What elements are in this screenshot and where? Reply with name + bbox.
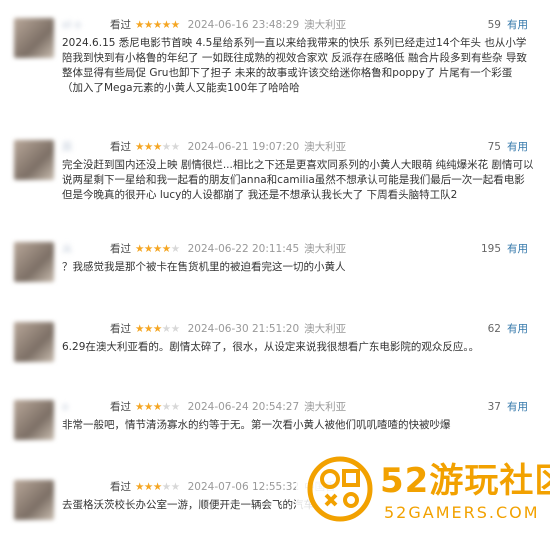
watch-status: 看过 <box>110 141 131 153</box>
star-icon: ★ <box>152 401 162 413</box>
comment-text: 非常一般吧，情节清汤寡水的约等于无。第一次看小黄人被他们叽叽喳喳的快被吵爆 <box>62 419 451 431</box>
star-icon: ★ <box>143 481 153 493</box>
comment-text: 2024.6.15 悉尼电影节首映 4.5星给系列一直以来给我带来的快乐 系列已… <box>62 37 527 94</box>
watermark-title: 52游玩社区 <box>380 461 550 501</box>
vote-count: 37 <box>487 401 501 413</box>
star-icon: ★ <box>143 243 153 255</box>
rating-stars: ★★★★★ <box>135 19 180 31</box>
comment-meta: 看过★★★★★2024-07-06 12:55:32中国香 <box>62 480 336 494</box>
comment-date: 2024-06-21 19:07:20 <box>187 141 300 153</box>
avatar[interactable] <box>14 322 54 362</box>
avatar[interactable] <box>14 400 54 440</box>
star-icon: ★ <box>143 401 153 413</box>
comment-location: 澳大利亚 <box>304 19 347 31</box>
star-icon: ★ <box>161 243 171 255</box>
comment-location: 澳大利亚 <box>304 243 347 255</box>
comment-location: 澳大利亚 <box>304 323 347 335</box>
star-icon: ★ <box>135 323 144 335</box>
star-icon: ★ <box>135 141 144 153</box>
vote-area: 59 有用 <box>488 18 528 32</box>
star-icon: ★ <box>161 401 171 413</box>
comment-location: 澳大利亚 <box>304 141 347 153</box>
comment-meta: 辰看过 ★★★★★ 2024-06-21 19:07:20 澳大利亚 <box>62 140 346 154</box>
star-icon: ★ <box>170 401 180 413</box>
avatar[interactable] <box>14 242 54 282</box>
vote-area: 195 有用 <box>481 242 528 256</box>
comment-date: 2024-06-22 20:11:45 <box>187 243 300 255</box>
rating-stars: ★★★★★ <box>135 401 180 413</box>
rating-stars: ★★★★★ <box>135 243 180 255</box>
username-link[interactable]: o <box>62 400 108 414</box>
gamepad-logo-icon <box>307 456 373 522</box>
vote-area: 37 有用 <box>488 400 528 414</box>
comment-text: ？我感觉我是那个被卡在售货机里的被迫看完这一切的小黄人 <box>62 261 346 273</box>
useful-button[interactable]: 有用 <box>507 141 528 153</box>
vote-area: 75 有用 <box>488 140 528 154</box>
star-icon: ★ <box>152 19 162 31</box>
vote-count: 59 <box>487 19 501 31</box>
star-icon: ★ <box>152 481 162 493</box>
useful-button[interactable]: 有用 <box>507 243 528 255</box>
useful-button[interactable]: 有用 <box>507 323 528 335</box>
watch-status: 看过 <box>110 19 131 31</box>
comment-date: 2024-06-30 21:51:20 <box>187 323 300 335</box>
avatar[interactable] <box>14 480 54 520</box>
star-icon: ★ <box>152 323 162 335</box>
vote-count: 75 <box>487 141 501 153</box>
comment-date: 2024-07-06 12:55:32 <box>187 481 300 493</box>
rating-stars: ★★★★★ <box>135 481 180 493</box>
watch-status: 看过 <box>110 243 131 255</box>
star-icon: ★ <box>170 243 180 255</box>
star-icon: ★ <box>161 323 171 335</box>
star-icon: ★ <box>143 323 153 335</box>
watch-status: 看过 <box>110 323 131 335</box>
comment-date: 2024-06-24 20:54:27 <box>187 401 300 413</box>
star-icon: ★ <box>170 19 180 31</box>
username-link[interactable]: 从 <box>62 242 108 256</box>
star-icon: ★ <box>152 141 162 153</box>
comment-date: 2024-06-16 23:48:29 <box>187 19 300 31</box>
star-icon: ★ <box>143 141 153 153</box>
watermark: 52游玩社区 52GAMERS.COM <box>296 447 550 534</box>
star-icon: ★ <box>135 401 144 413</box>
useful-button[interactable]: 有用 <box>507 401 528 413</box>
rating-stars: ★★★★★ <box>135 323 180 335</box>
comment-text: 完全没赶到国内还没上映 剧情很烂...相比之下还是更喜欢同系列的小黄人大眼萌 纯… <box>62 159 534 201</box>
comment-meta: 看过 ★★★★★ 2024-06-30 21:51:20 澳大利亚 <box>62 322 346 336</box>
comment-text: 6.29在澳大利亚看的。剧情太碎了，很水，从设定来说我很想看广东电影院的观众反应… <box>62 341 480 353</box>
useful-button[interactable]: 有用 <box>507 19 528 31</box>
star-icon: ★ <box>152 243 162 255</box>
star-icon: ★ <box>170 481 180 493</box>
comment-meta: o 看过 ★★★★★ 2024-06-24 20:54:27 澳大利亚 <box>62 400 346 414</box>
star-icon: ★ <box>143 19 153 31</box>
rating-stars: ★★★★★ <box>135 141 180 153</box>
vote-count: 62 <box>487 323 501 335</box>
avatar[interactable] <box>14 140 54 180</box>
star-icon: ★ <box>135 481 144 493</box>
star-icon: ★ <box>170 141 180 153</box>
star-icon: ★ <box>161 19 171 31</box>
vote-area: 62 有用 <box>488 322 528 336</box>
comment-meta: ol o 看过 ★★★★★ 2024-06-16 23:48:29 澳大利亚 <box>62 18 346 32</box>
comment-location: 澳大利亚 <box>304 401 347 413</box>
star-icon: ★ <box>161 481 171 493</box>
username-link[interactable]: 辰 <box>62 140 108 154</box>
watch-status: 看过 <box>110 401 131 413</box>
vote-count: 195 <box>480 243 501 255</box>
star-icon: ★ <box>135 243 144 255</box>
username-link[interactable]: ol o <box>62 18 108 32</box>
star-icon: ★ <box>170 323 180 335</box>
watermark-subtitle: 52GAMERS.COM <box>384 503 540 522</box>
star-icon: ★ <box>161 141 171 153</box>
comment-meta: 从看过 ★★★★★ 2024-06-22 20:11:45 澳大利亚 <box>62 242 346 256</box>
watch-status: 看过 <box>110 481 131 493</box>
avatar[interactable] <box>14 18 54 58</box>
star-icon: ★ <box>135 19 144 31</box>
